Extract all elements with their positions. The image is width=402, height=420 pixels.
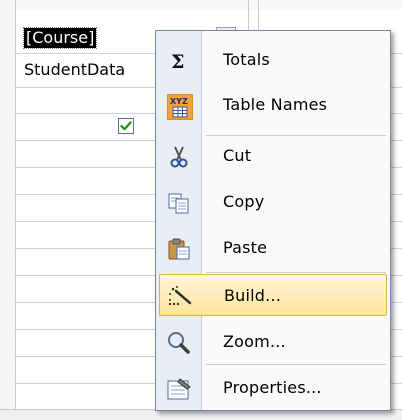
svg-text:Σ: Σ bbox=[171, 51, 184, 73]
menu-item-build[interactable]: Build... bbox=[159, 274, 387, 316]
menu-item-label: Cut bbox=[223, 146, 252, 165]
menu-separator bbox=[206, 364, 386, 365]
paste-icon bbox=[167, 237, 191, 261]
menu-item-totals[interactable]: Σ Totals bbox=[159, 39, 387, 81]
menu-item-label: Paste bbox=[223, 238, 268, 257]
menu-item-cut[interactable]: Cut bbox=[159, 135, 387, 177]
menu-item-label: Build... bbox=[224, 286, 282, 305]
context-menu: Σ Totals XYZ Table Names Cut Copy Paste … bbox=[155, 30, 391, 411]
menu-item-table-names[interactable]: XYZ Table Names bbox=[159, 84, 387, 126]
table-cell[interactable]: StudentData bbox=[24, 60, 125, 80]
show-checkbox[interactable] bbox=[118, 118, 134, 134]
grid-header-strip bbox=[0, 0, 402, 10]
menu-item-label: Properties... bbox=[223, 378, 322, 397]
build-wand-icon bbox=[168, 285, 192, 309]
menu-item-label: Totals bbox=[223, 50, 270, 69]
properties-icon bbox=[167, 377, 191, 401]
scissors-icon bbox=[167, 145, 191, 169]
menu-item-properties[interactable]: Properties... bbox=[159, 367, 387, 409]
menu-item-paste[interactable]: Paste bbox=[159, 227, 387, 269]
field-cell[interactable]: [Course] bbox=[22, 27, 98, 49]
checkmark-icon bbox=[120, 121, 132, 131]
menu-item-label: Copy bbox=[223, 192, 265, 211]
table-names-icon: XYZ bbox=[166, 93, 194, 121]
menu-item-copy[interactable]: Copy bbox=[159, 181, 387, 223]
sigma-icon: Σ bbox=[167, 49, 191, 73]
copy-icon bbox=[167, 191, 191, 215]
menu-item-label: Zoom... bbox=[223, 332, 286, 351]
svg-text:XYZ: XYZ bbox=[170, 97, 188, 106]
magnifier-icon bbox=[167, 331, 191, 355]
grid-row-selector-column[interactable] bbox=[0, 0, 16, 419]
menu-item-zoom[interactable]: Zoom... bbox=[159, 321, 387, 363]
menu-item-label: Table Names bbox=[223, 95, 328, 114]
menu-separator bbox=[206, 272, 386, 273]
